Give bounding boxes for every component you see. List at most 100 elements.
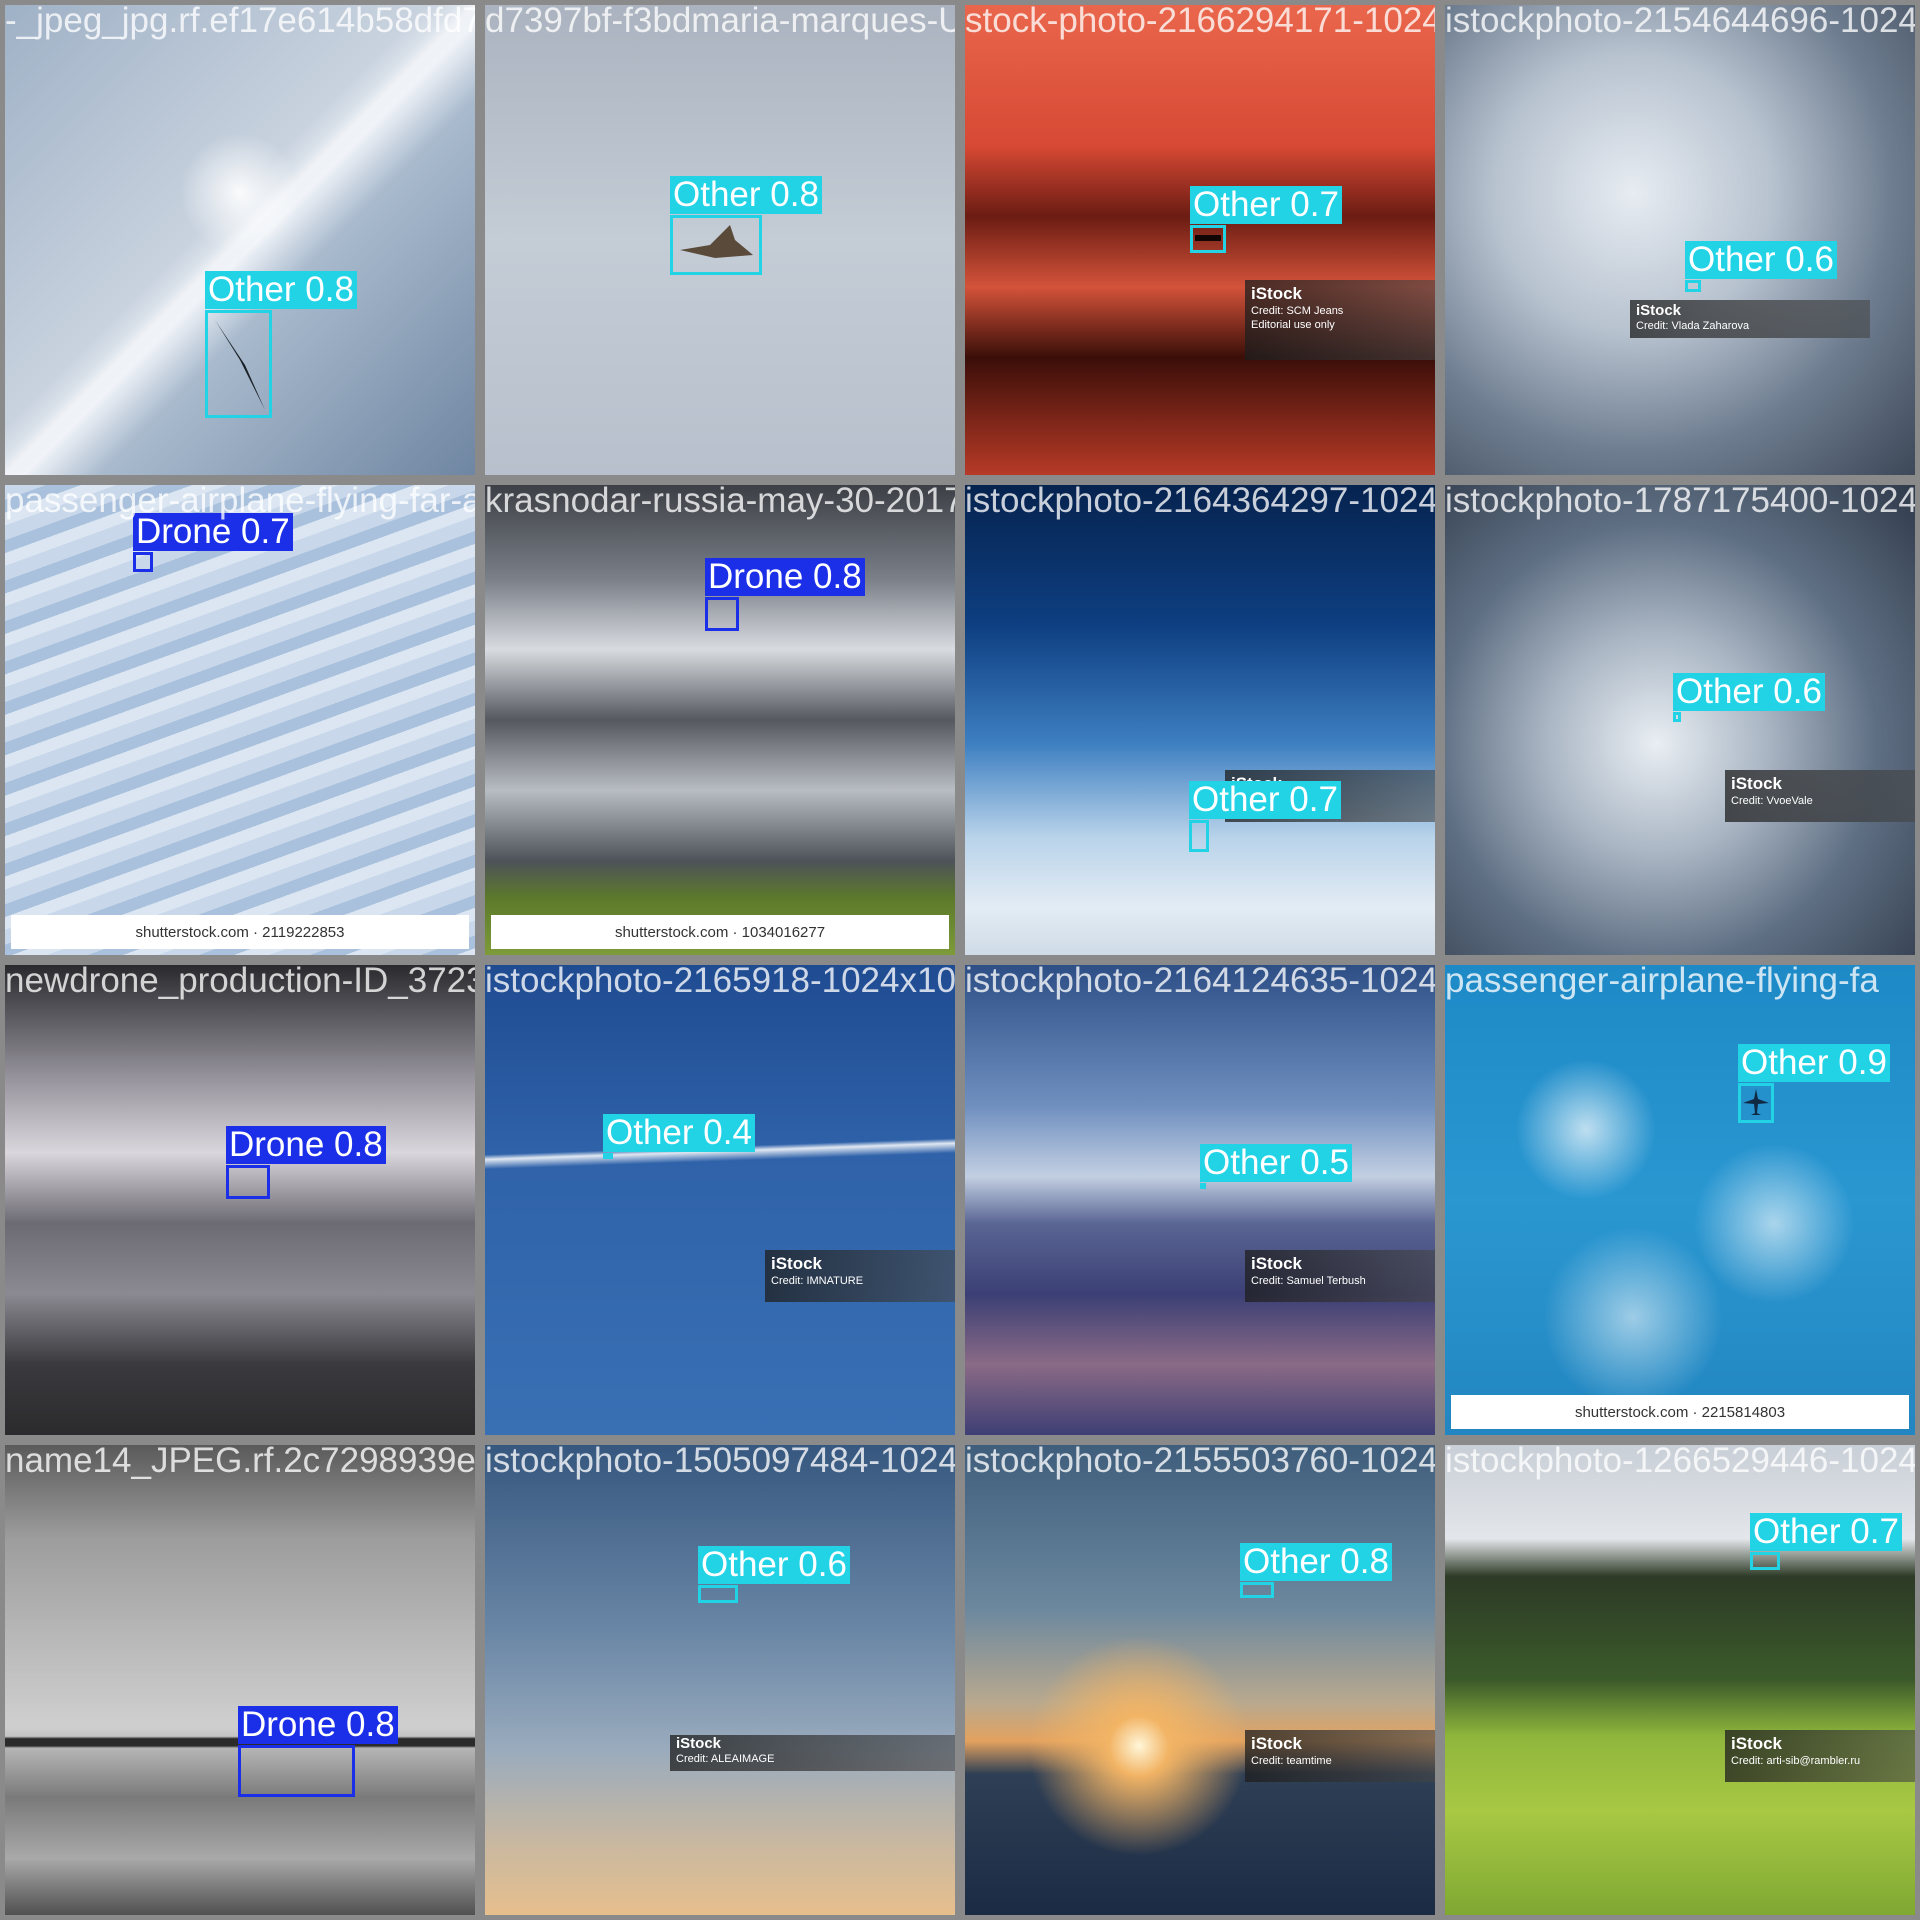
mosaic-tile-5[interactable]: passenger-airplane-flying-far-away-260nw…	[5, 485, 475, 955]
tile-filename: istockphoto-2164364297-1024x1024_jpg	[965, 485, 1435, 520]
mosaic-tile-4[interactable]: istockphoto-2154644696-1024x1024_jpg iSt…	[1445, 5, 1915, 475]
bounding-box	[1190, 225, 1226, 253]
watermark-brand: iStock	[1251, 1734, 1303, 1753]
tile-filename: passenger-airplane-flying-fa	[1445, 965, 1879, 1000]
mosaic-tile-12[interactable]: passenger-airplane-flying-fa shutterstoc…	[1445, 965, 1915, 1435]
bounding-box	[1738, 1083, 1774, 1123]
tile-image	[485, 1445, 955, 1915]
detection-label: Other 0.6	[1673, 673, 1825, 711]
bounding-box	[698, 1585, 738, 1603]
detection-label: Other 0.8	[205, 271, 357, 309]
tile-filename: istockphoto-2164124635-1024x1024_jpg	[965, 965, 1435, 1000]
tile-filename: istockphoto-1505097484-1024x1024_jpg	[485, 1445, 955, 1480]
wall-beam	[5, 1445, 475, 1915]
tile-image	[5, 485, 475, 955]
detection-label: Other 0.8	[670, 176, 822, 214]
tile-filename: name14_JPEG.rf.2c7298939e57f8433075b5b97…	[5, 1445, 475, 1480]
detection-label: Other 0.8	[1240, 1543, 1392, 1581]
mosaic-tile-9[interactable]: newdrone_production-ID_3723537_jpg Drone…	[5, 965, 475, 1435]
watermark-brand: iStock	[1251, 284, 1303, 303]
watermark-editorial: Editorial use only	[1251, 319, 1335, 331]
bounding-box	[1673, 712, 1681, 722]
detection-label: Other 0.6	[698, 1546, 850, 1584]
watermark-brand: iStock	[1251, 1254, 1303, 1273]
watermark-brand: iStock	[1731, 774, 1783, 793]
watermark-credit: Credit: Samuel Terbush	[1251, 1275, 1366, 1287]
detection-label: Other 0.7	[1750, 1513, 1902, 1551]
tile-image	[965, 965, 1435, 1435]
tile-filename: newdrone_production-ID_3723537_jpg	[5, 965, 475, 1000]
detection-label: Drone 0.8	[226, 1126, 386, 1164]
bounding-box	[1240, 1582, 1274, 1598]
bounding-box	[226, 1165, 270, 1199]
istock-watermark: iStock Credit: Samuel Terbush	[1245, 1250, 1435, 1302]
mosaic-tile-11[interactable]: istockphoto-2164124635-1024x1024_jpg iSt…	[965, 965, 1435, 1435]
mosaic-tile-3[interactable]: stock-photo-2166294171-1024x1024_jpg iSt…	[965, 5, 1435, 475]
watermark-credit: Credit: teamtime	[1251, 1755, 1332, 1767]
detection-label: Other 0.6	[1685, 241, 1837, 279]
tile-filename: krasnodar-russia-may-30-2017-260nw-10340…	[485, 485, 955, 520]
detection-label: Other 0.7	[1190, 186, 1342, 224]
istock-watermark: iStock Credit: Vlada Zaharova	[1630, 300, 1870, 338]
watermark-credit: Credit: ALEAIMAGE	[676, 1753, 775, 1765]
tile-filename: -_jpeg_jpg.rf.ef17e614b58dfd739729b1ba6f…	[5, 5, 475, 40]
shutterstock-footer: shutterstock.com · 1034016277	[491, 915, 949, 949]
tile-image	[485, 485, 955, 955]
bounding-box	[670, 215, 762, 275]
tile-filename: d7397bf-f3bdmaria-marques-UjzKfxXCU-unsp…	[485, 5, 955, 40]
detection-label: Other 0.4	[603, 1114, 755, 1152]
watermark-brand: iStock	[1731, 1734, 1783, 1753]
bounding-box	[705, 597, 739, 631]
bounding-box	[133, 552, 153, 572]
detection-label: Drone 0.8	[705, 558, 865, 596]
tile-image	[1445, 965, 1915, 1435]
bounding-box	[603, 1153, 613, 1159]
tile-image	[965, 485, 1435, 955]
detection-label: Drone 0.8	[238, 1706, 398, 1744]
tile-filename: istockphoto-2155503760-1024x1024_jpg	[965, 1445, 1435, 1480]
tile-image	[5, 965, 475, 1435]
mosaic-tile-7[interactable]: istockphoto-2164364297-1024x1024_jpg iSt…	[965, 485, 1435, 955]
istock-watermark: iStock Credit: arti-sib@rambler.ru	[1725, 1730, 1915, 1782]
watermark-credit: Credit: VvoeVale	[1731, 795, 1813, 807]
istock-watermark: iStock Credit: VvoeVale	[1725, 770, 1915, 822]
bounding-box	[205, 310, 272, 418]
mosaic-tile-13[interactable]: name14_JPEG.rf.2c7298939e57f8433075b5b97…	[5, 1445, 475, 1915]
shutterstock-footer: shutterstock.com · 2119222853	[11, 915, 469, 949]
tile-filename: istockphoto-1787175400-1024x1024_jpg	[1445, 485, 1915, 520]
tile-filename: stock-photo-2166294171-1024x1024_jpg	[965, 5, 1435, 40]
mosaic-tile-6[interactable]: krasnodar-russia-may-30-2017-260nw-10340…	[485, 485, 955, 955]
shutterstock-footer: shutterstock.com · 2215814803	[1451, 1395, 1909, 1429]
tile-image	[1445, 5, 1915, 475]
tile-image	[965, 1445, 1435, 1915]
contrail	[485, 965, 955, 1435]
watermark-credit: Credit: Vlada Zaharova	[1636, 320, 1750, 332]
bounding-box	[238, 1745, 355, 1797]
mosaic-tile-15[interactable]: istockphoto-2155503760-1024x1024_jpg iSt…	[965, 1445, 1435, 1915]
watermark-credit: Credit: IMNATURE	[771, 1275, 864, 1287]
istock-watermark: iStock Credit: teamtime	[1245, 1730, 1435, 1782]
detection-label: Other 0.7	[1189, 781, 1341, 819]
detection-label: Other 0.9	[1738, 1044, 1890, 1082]
mosaic-tile-16[interactable]: istockphoto-1266529446-1024x1024_jpg iSt…	[1445, 1445, 1915, 1915]
istock-watermark: iStock Credit: IMNATURE	[765, 1250, 955, 1302]
mosaic-tile-8[interactable]: istockphoto-1787175400-1024x1024_jpg iSt…	[1445, 485, 1915, 955]
watermark-brand: iStock	[771, 1254, 823, 1273]
watermark-credit: Credit: arti-sib@rambler.ru	[1731, 1755, 1861, 1767]
bounding-box	[1750, 1552, 1780, 1570]
tile-filename: istockphoto-2165918-1024x1024_jpg	[485, 965, 955, 1000]
mosaic-tile-1[interactable]: -_jpeg_jpg.rf.ef17e614b58dfd739729b1ba6f…	[5, 5, 475, 475]
tile-filename: istockphoto-1266529446-1024x1024_jpg	[1445, 1445, 1915, 1480]
detection-label: Other 0.5	[1200, 1144, 1352, 1182]
bounding-box	[1685, 280, 1701, 292]
mosaic-tile-14[interactable]: istockphoto-1505097484-1024x1024_jpg iSt…	[485, 1445, 955, 1915]
bounding-box	[1189, 820, 1209, 852]
watermark-credit: Credit: SCM Jeans	[1251, 305, 1344, 317]
istock-watermark: iStock Credit: SCM Jeans Editorial use o…	[1245, 280, 1435, 360]
mosaic-tile-2[interactable]: d7397bf-f3bdmaria-marques-UjzKfxXCU-unsp…	[485, 5, 955, 475]
mosaic-tile-10[interactable]: istockphoto-2165918-1024x1024_jpg iStock…	[485, 965, 955, 1435]
watermark-brand: iStock	[676, 1735, 722, 1752]
tile-filename: istockphoto-2154644696-1024x1024_jpg	[1445, 5, 1915, 40]
bounding-box	[1200, 1183, 1206, 1189]
istock-watermark: iStock Credit: ALEAIMAGE	[670, 1735, 955, 1771]
